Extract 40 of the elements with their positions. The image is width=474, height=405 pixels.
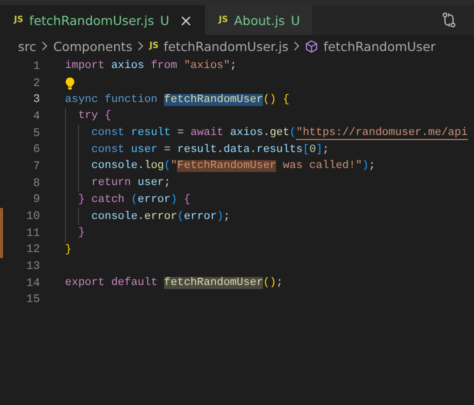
chevron-icon [41,41,48,51]
editor-tab[interactable]: JS About.js U [204,5,312,35]
code-line: console.error(error); [90,210,230,223]
chevron-icon [137,41,144,51]
code-line: async function fetchRandomUser() { [65,94,290,106]
code-line: } catch (error) { [77,194,190,206]
line-number: 12 [25,243,40,256]
line-number: 10 [25,210,40,224]
line-number: 6 [32,143,40,156]
breadcrumb-item[interactable]: fetchRandomUser.js [164,38,288,54]
line-number: 4 [32,110,40,123]
line-number: 1 [32,60,40,73]
line-number: 15 [25,293,40,306]
line-number: 7 [32,160,40,173]
code-line: const result = await axios.get("https://randomuser.me/api [90,127,468,140]
compare-changes-icon[interactable] [442,12,456,28]
line-number: 5 [32,126,40,140]
code-line: return user; [90,177,171,190]
breadcrumb-item[interactable]: src [18,38,36,54]
code-line: } [65,244,72,256]
code-line: import axios from "axios"; [65,60,237,72]
lightbulb-icon[interactable] [65,76,75,90]
line-number: 8 [32,176,40,190]
line-number: 2 [32,76,40,90]
line-number: 14 [25,276,40,290]
code-line: try { [77,110,112,122]
breadcrumb-item[interactable]: fetchRandomUser [323,38,436,54]
code-line: export default fetchRandomUser(); [65,277,283,290]
line-number: 3 [32,93,40,106]
cube-icon [305,40,318,52]
chevron-icon [293,41,300,51]
code-line: console.log("FetchRandomUser was called!"); [90,160,376,172]
file-type-label: JS [149,41,159,51]
line-number: 11 [25,226,40,240]
line-number: 13 [25,260,40,274]
code-line: const user = result.data.results[0]; [90,144,330,156]
breadcrumb-item[interactable]: Components [53,38,132,54]
line-number: 9 [32,193,40,206]
code-line: } [77,227,85,240]
editor-tab[interactable]: JS fetchRandomUser.js U × [0,5,205,35]
